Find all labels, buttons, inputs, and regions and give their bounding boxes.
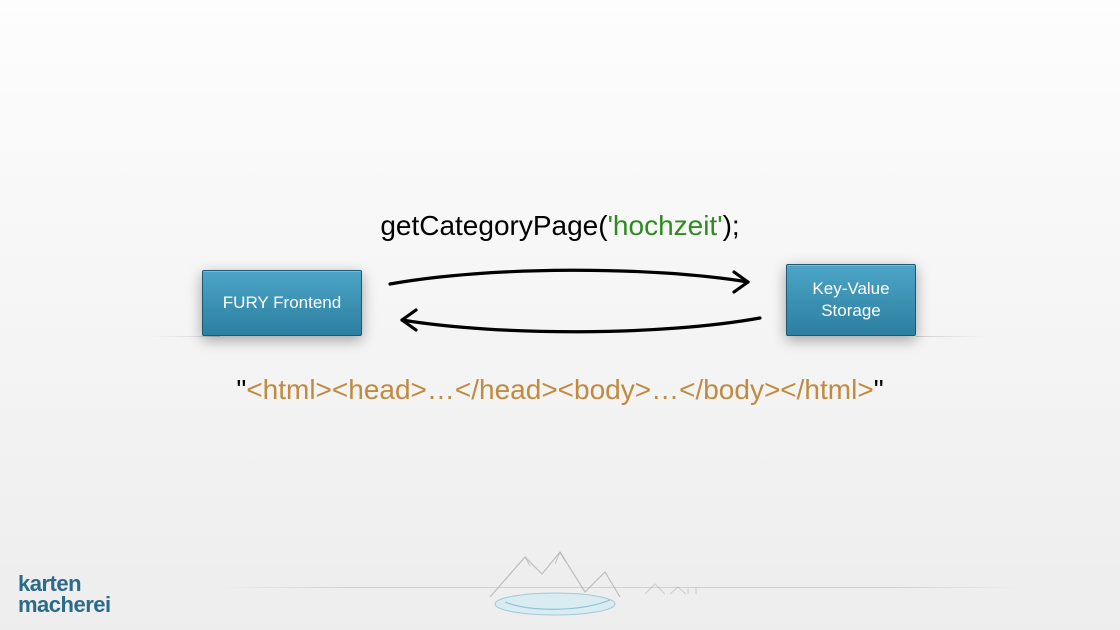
return-html: <html><head>…</head><body>…</body></html… [246, 374, 873, 405]
return-value-text: "<html><head>…</head><body>…</body></htm… [0, 374, 1120, 406]
function-call-text: getCategoryPage('hochzeit'); [0, 210, 1120, 242]
function-name: getCategoryPage( [380, 210, 607, 241]
logo-line2: macherei [18, 595, 111, 616]
storage-box-label: Key-Value Storage [812, 278, 889, 322]
function-argument: 'hochzeit' [608, 210, 723, 241]
quote-close: " [874, 374, 884, 405]
frontend-box-label: FURY Frontend [223, 292, 341, 314]
mountain-icon [470, 542, 730, 622]
ground-shadow-right [916, 336, 986, 337]
quote-open: " [236, 374, 246, 405]
frontend-box: FURY Frontend [202, 270, 362, 336]
footer: karten macherei [0, 550, 1120, 630]
boxes-row: FURY Frontend Key-Value Storage [0, 260, 1120, 350]
function-suffix: ); [723, 210, 740, 241]
brand-logo: karten macherei [18, 574, 111, 616]
storage-box: Key-Value Storage [786, 264, 916, 336]
architecture-diagram: getCategoryPage('hochzeit'); FURY Fronte… [0, 210, 1120, 406]
arrows-icon [370, 254, 780, 354]
ground-shadow-left [150, 336, 220, 337]
